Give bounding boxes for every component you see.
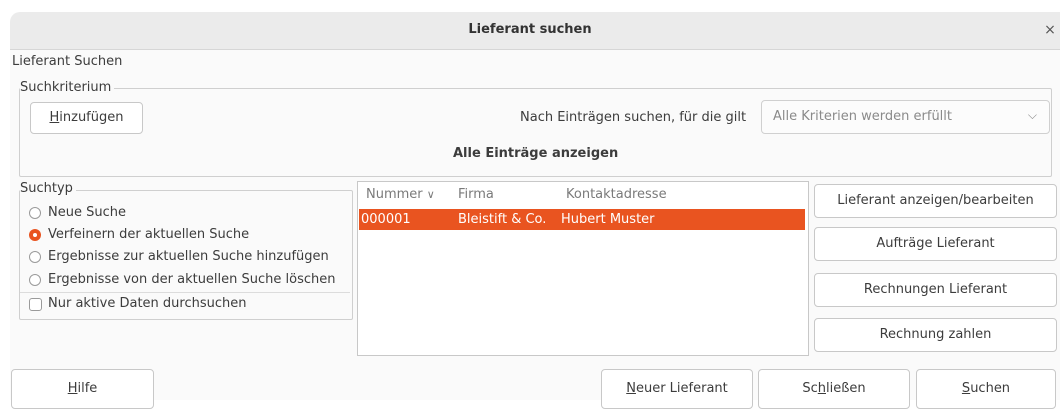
add-criteria-button[interactable]: Hinzufügen: [30, 102, 143, 134]
column-header-nummer[interactable]: Nummer ∨: [366, 187, 435, 202]
radio-label-add-results: Ergebnisse zur aktuellen Suche hinzufüge…: [48, 249, 329, 264]
supplier-invoices-button[interactable]: Rechnungen Lieferant: [814, 273, 1057, 307]
match-select-value: Alle Kriterien werden erfüllt: [773, 109, 952, 124]
match-label: Nach Einträgen suchen, für die gilt: [520, 110, 747, 125]
new-supplier-button[interactable]: Neuer Lieferant: [601, 369, 753, 409]
close-icon[interactable]: ×: [1040, 20, 1060, 40]
radio-label-remove-results: Ergebnisse von der aktuellen Suche lösch…: [48, 272, 336, 287]
close-button[interactable]: Schließen: [758, 369, 910, 409]
show-all-label[interactable]: Alle Einträge anzeigen: [453, 146, 618, 161]
radio-refine-search[interactable]: [29, 229, 41, 241]
radio-label-new-search: Neue Suche: [48, 205, 126, 220]
radio-new-search[interactable]: [29, 207, 41, 219]
search-type-legend: Suchtyp: [20, 181, 76, 196]
pay-invoice-button[interactable]: Rechnung zahlen: [814, 318, 1057, 352]
help-button[interactable]: Hilfe: [11, 369, 154, 409]
cell-nummer: 000001: [361, 212, 411, 227]
criteria-legend: Suchkriterium: [20, 80, 115, 95]
radio-remove-results[interactable]: [29, 274, 41, 286]
match-select[interactable]: Alle Kriterien werden erfüllt ⌵: [761, 100, 1050, 134]
table-row[interactable]: 000001 Bleistift & Co. Hubert Muster: [359, 209, 805, 230]
chevron-down-icon: ⌵: [1027, 108, 1037, 122]
column-header-firma[interactable]: Firma: [458, 187, 494, 202]
search-button[interactable]: Suchen: [916, 369, 1056, 409]
radio-add-results[interactable]: [29, 251, 41, 263]
window-title: Lieferant suchen: [468, 22, 592, 37]
column-header-kontaktadresse[interactable]: Kontaktadresse: [566, 187, 667, 202]
only-active-label: Nur aktive Daten durchsuchen: [48, 296, 247, 311]
results-table[interactable]: Nummer ∨ Firma Kontaktadresse 000001 Ble…: [357, 181, 809, 356]
radio-label-refine-search: Verfeinern der aktuellen Suche: [48, 227, 250, 242]
cell-kontakt: Hubert Muster: [561, 212, 655, 227]
show-edit-supplier-button[interactable]: Lieferant anzeigen/bearbeiten: [814, 184, 1057, 218]
only-active-checkbox[interactable]: [29, 298, 42, 311]
divider: [20, 292, 350, 293]
sort-indicator-icon: ∨: [426, 188, 435, 201]
supplier-orders-button[interactable]: Aufträge Lieferant: [814, 227, 1057, 261]
cell-firma: Bleistift & Co.: [458, 212, 547, 227]
page-label: Lieferant Suchen: [12, 54, 123, 69]
